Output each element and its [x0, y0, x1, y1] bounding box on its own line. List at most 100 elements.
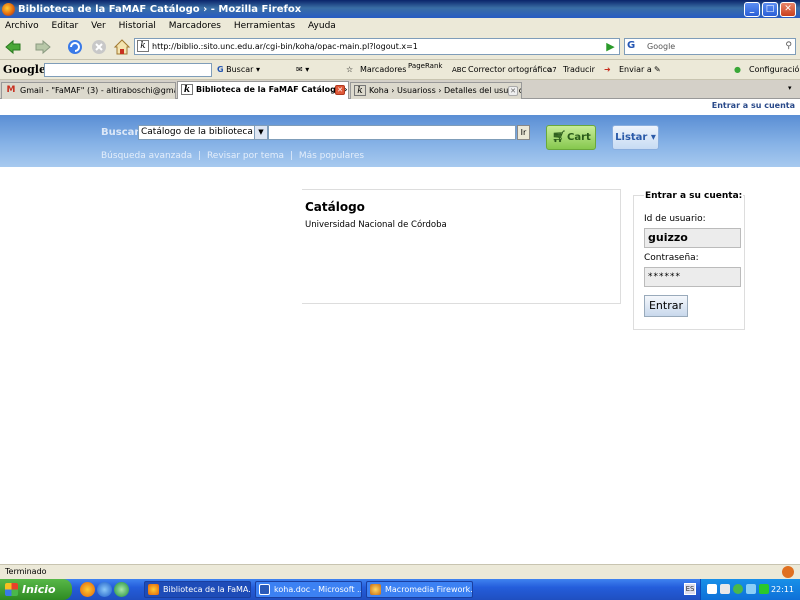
- user-id-label: Id de usuario:: [644, 214, 706, 224]
- spellcheck-icon: ABC: [452, 66, 467, 74]
- koha-icon: k: [137, 40, 149, 52]
- status-bar: Terminado: [0, 564, 800, 579]
- bookmarks-star-icon[interactable]: ☆: [346, 60, 353, 80]
- close-window-button[interactable]: ✕: [780, 2, 796, 17]
- password-label: Contraseña:: [644, 253, 699, 263]
- firefox-icon: [2, 3, 15, 16]
- ie-quicklaunch-icon[interactable]: [97, 582, 112, 597]
- stop-icon[interactable]: [90, 38, 108, 56]
- go-arrow-icon[interactable]: ▶: [603, 39, 618, 54]
- fireworks-icon: [370, 584, 381, 595]
- search-engine-box[interactable]: G Google ⚲: [624, 38, 796, 55]
- windows-flag-icon: [5, 583, 18, 596]
- most-popular-link[interactable]: Más populares: [299, 151, 364, 161]
- login-title: Entrar a su cuenta:: [644, 191, 744, 201]
- taskbar-item-fireworks[interactable]: Macromedia Firework...: [366, 581, 473, 598]
- tray-icon[interactable]: [720, 584, 730, 594]
- close-tab-icon[interactable]: ✕: [335, 85, 345, 95]
- quicklaunch-icon[interactable]: [114, 582, 129, 597]
- password-input[interactable]: ******: [644, 267, 741, 287]
- taskbar-item-word[interactable]: koha.doc - Microsoft ...: [255, 581, 362, 598]
- tab-label: Koha › Usuarioss › Detalles del usuario.…: [369, 86, 522, 95]
- tab-biblioteca[interactable]: k Biblioteca de la FaMAF Catálogo › ✕: [177, 81, 349, 99]
- login-submit-button[interactable]: Entrar: [644, 295, 688, 317]
- google-buscar-button[interactable]: G Buscar ▾: [217, 60, 260, 80]
- catalog-select-value: Catálogo de la biblioteca: [141, 127, 253, 137]
- tab-gmail[interactable]: M Gmail - "FaMAF" (3) - altiraboschi@gma…: [1, 82, 176, 99]
- word-doc-icon: [259, 584, 270, 595]
- tab-bar: M Gmail - "FaMAF" (3) - altiraboschi@gma…: [0, 80, 800, 99]
- tab-label: Gmail - "FaMAF" (3) - altiraboschi@gma..…: [20, 86, 176, 95]
- menu-editar[interactable]: Editar: [47, 18, 84, 34]
- browse-by-topic-link[interactable]: Revisar por tema: [207, 151, 284, 161]
- tab-list-chevron-icon[interactable]: ▾: [788, 84, 792, 92]
- koha-icon: k: [354, 85, 366, 96]
- tray-icon[interactable]: [733, 584, 743, 594]
- url-bar[interactable]: k http://biblio.:sito.unc.edu.ar/cgi-bin…: [134, 38, 620, 55]
- menu-ayuda[interactable]: Ayuda: [303, 18, 341, 34]
- clock[interactable]: 22:11: [771, 585, 794, 594]
- maximize-button[interactable]: □: [762, 2, 778, 17]
- network-signal-icon[interactable]: [759, 584, 769, 594]
- search-magnifier-icon[interactable]: ⚲: [785, 39, 792, 54]
- send-to-button[interactable]: Enviar a: [619, 60, 652, 80]
- user-id-input[interactable]: guizzo: [644, 228, 741, 248]
- language-bar-icon[interactable]: ES: [684, 583, 696, 595]
- cart-button[interactable]: 🛒︎ Cart: [546, 125, 596, 150]
- google-logo[interactable]: Google: [3, 60, 46, 80]
- search-sublinks: Búsqueda avanzada | Revisar por tema | M…: [101, 151, 367, 161]
- tab-koha-usuarios[interactable]: k Koha › Usuarioss › Detalles del usuari…: [350, 82, 522, 99]
- window-titlebar[interactable]: Biblioteca de la FaMAF Catálogo › - Mozi…: [0, 0, 800, 20]
- menu-ver[interactable]: Ver: [86, 18, 111, 34]
- start-label: Inicio: [22, 583, 56, 596]
- firefox-quicklaunch-icon[interactable]: [80, 582, 95, 597]
- pencil-icon[interactable]: ✎: [654, 60, 661, 80]
- advanced-search-link[interactable]: Búsqueda avanzada: [101, 151, 192, 161]
- menu-historial[interactable]: Historial: [114, 18, 161, 34]
- settings-button[interactable]: Configuración: [749, 60, 800, 80]
- catalog-box: Catálogo Universidad Nacional de Córdoba: [302, 189, 621, 304]
- login-link[interactable]: Entrar a su cuenta: [712, 101, 795, 110]
- translate-icon: a7: [548, 66, 557, 74]
- tab-label: Biblioteca de la FaMAF Catálogo ›: [196, 85, 348, 94]
- tray-icon[interactable]: [746, 584, 756, 594]
- pagerank-indicator[interactable]: PageRank: [408, 60, 442, 72]
- minimize-button[interactable]: _: [744, 2, 760, 17]
- chevron-down-icon[interactable]: ▼: [254, 126, 267, 139]
- start-button[interactable]: Inicio: [0, 579, 72, 600]
- spellcheck-button[interactable]: Corrector ortográfico: [468, 60, 552, 80]
- taskbar-item-label: Macromedia Firework...: [385, 585, 473, 594]
- home-icon[interactable]: [113, 38, 131, 56]
- tray-icon[interactable]: [707, 584, 717, 594]
- link-separator: |: [289, 151, 293, 161]
- status-addon-icon[interactable]: [782, 566, 794, 578]
- page-content: Entrar a su cuenta Buscar Catálogo de la…: [0, 99, 800, 564]
- reload-icon[interactable]: [66, 38, 84, 56]
- google-icon: G: [627, 40, 636, 51]
- close-tab-icon[interactable]: ✕: [508, 86, 518, 96]
- google-marcadores-button[interactable]: Marcadores: [360, 60, 406, 80]
- translate-button[interactable]: Traducir: [563, 60, 595, 80]
- google-g-icon: G: [217, 65, 224, 74]
- google-toolbar-input[interactable]: [44, 63, 212, 77]
- forward-arrow-icon[interactable]: [34, 38, 52, 56]
- search-header: Buscar Catálogo de la biblioteca ▼ Ir 🛒︎…: [0, 115, 800, 167]
- search-input[interactable]: [268, 125, 516, 140]
- menu-herramientas[interactable]: Herramientas: [229, 18, 300, 34]
- menu-marcadores[interactable]: Marcadores: [164, 18, 226, 34]
- ir-button[interactable]: Ir: [517, 125, 530, 140]
- taskbar-item-label: koha.doc - Microsoft ...: [274, 585, 362, 594]
- google-toolbar: Google G Buscar ▾ ✉ ▾ ☆ Marcadores PageR…: [0, 60, 800, 80]
- gmail-icon[interactable]: ✉ ▾: [296, 60, 309, 80]
- catalog-select[interactable]: Catálogo de la biblioteca ▼: [138, 125, 268, 140]
- catalog-title: Catálogo: [305, 200, 365, 214]
- listar-button[interactable]: Listar ▾: [612, 125, 659, 150]
- taskbar-item-firefox[interactable]: Biblioteca de la FaMA...: [144, 581, 251, 598]
- gmail-icon: M: [6, 85, 16, 95]
- link-separator: |: [198, 151, 202, 161]
- system-tray: 22:11: [700, 579, 800, 600]
- window-title: Biblioteca de la FaMAF Catálogo › - Mozi…: [18, 4, 302, 15]
- back-arrow-icon[interactable]: [4, 38, 22, 56]
- menu-archivo[interactable]: Archivo: [0, 18, 44, 34]
- cart-label: Cart: [567, 132, 591, 143]
